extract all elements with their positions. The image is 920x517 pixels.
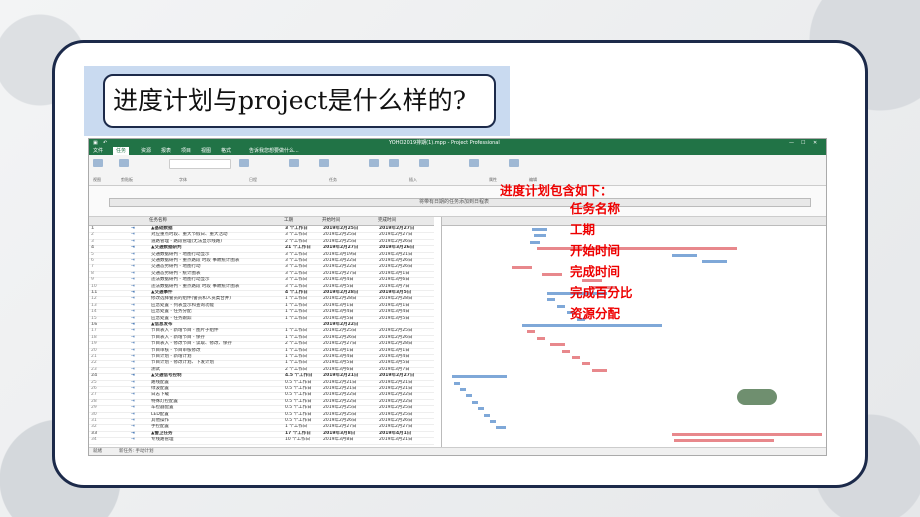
gantt-bar[interactable] xyxy=(484,413,490,417)
gantt-bar[interactable] xyxy=(592,368,607,372)
gantt-bar[interactable] xyxy=(460,388,466,391)
tab-report[interactable]: 报表 xyxy=(161,147,171,155)
info-button[interactable] xyxy=(469,159,479,167)
gantt-bar[interactable] xyxy=(702,260,727,263)
status-schedule-mode[interactable]: 新任务: 手动计划 xyxy=(119,448,153,455)
task-mode-icon: ⇥ xyxy=(131,437,135,443)
gantt-bar[interactable] xyxy=(672,253,697,257)
row-finish: 2019年3月21日 xyxy=(379,437,413,443)
zoom-bubble[interactable] xyxy=(737,389,777,405)
tab-task[interactable]: 任务 xyxy=(113,147,130,155)
gantt-timescale xyxy=(442,217,826,226)
row-number: 34 xyxy=(91,437,97,443)
header-start[interactable]: 开始时间 xyxy=(322,217,378,226)
milestone-button[interactable] xyxy=(419,159,429,167)
ribbon: 视图 剪贴板 字体 日程 任务 插入 属性 编辑 xyxy=(89,155,826,186)
gantt-bar[interactable] xyxy=(672,432,822,436)
gantt-bar[interactable] xyxy=(490,420,496,423)
paste-button[interactable] xyxy=(119,159,129,167)
gantt-bar[interactable] xyxy=(472,400,478,404)
gantt-bar[interactable] xyxy=(496,426,506,430)
gantt-bar[interactable] xyxy=(542,272,562,276)
task-table: 任务名称 工期 开始时间 完成时间 1 ▲基础数据 3 个工作日 2019年2月25日… xyxy=(89,217,434,447)
gantt-bar[interactable] xyxy=(532,228,547,231)
summary-button[interactable] xyxy=(389,159,399,167)
header-finish[interactable]: 完成时间 xyxy=(378,217,434,226)
status-ready: 就绪 xyxy=(93,449,102,454)
gantt-bar[interactable] xyxy=(527,330,535,334)
gantt-bar[interactable] xyxy=(547,298,555,302)
tab-resource[interactable]: 资源 xyxy=(141,147,151,155)
gantt-bar[interactable] xyxy=(572,356,580,359)
row-task-name: 专线路管理 xyxy=(151,437,174,443)
group-label-task: 任务 xyxy=(329,177,337,182)
window-title: YOHO2019排期(1).mpp - Project Professional xyxy=(389,140,500,146)
task-button[interactable] xyxy=(369,159,379,167)
gantt-bar[interactable] xyxy=(522,324,662,327)
timeline-hint: 将带有日期的任务添加到日程表 xyxy=(419,199,490,205)
group-label-font: 字体 xyxy=(179,177,187,182)
gantt-bar[interactable] xyxy=(534,234,546,238)
gantt-bar[interactable] xyxy=(452,375,507,379)
timeline[interactable]: 将带有日期的任务添加到日程表 xyxy=(89,186,826,217)
tab-file[interactable]: 文件 xyxy=(93,147,103,155)
close-button[interactable]: ✕ xyxy=(813,139,817,147)
gantt-bar[interactable] xyxy=(562,349,570,353)
gantt-bar[interactable] xyxy=(454,381,460,385)
annotation-item-resources: 资源分配 xyxy=(570,306,621,321)
gantt-bar[interactable] xyxy=(466,394,472,398)
table-row[interactable]: 34 专线路管理 10 个工作日 2019年3月8日 2019年3月21日 ⇥ xyxy=(89,437,434,445)
slide-title: 进度计划与project是什么样的? xyxy=(103,74,496,128)
font-select[interactable] xyxy=(169,159,231,169)
tab-view[interactable]: 视图 xyxy=(201,147,211,155)
scroll-to-task-button[interactable] xyxy=(509,159,519,167)
gantt-bar[interactable] xyxy=(537,336,545,340)
tab-format[interactable]: 格式 xyxy=(221,147,231,155)
group-label-clipboard: 剪贴板 xyxy=(121,177,133,182)
annotation-heading: 进度计划包含如下： xyxy=(500,183,613,198)
maximize-button[interactable]: ☐ xyxy=(801,139,805,147)
gantt-view-button[interactable] xyxy=(93,159,103,167)
header-task-name[interactable]: 任务名称 xyxy=(149,217,284,226)
group-label-properties: 属性 xyxy=(489,177,497,182)
project-screenshot: ▣ ↶ YOHO2019排期(1).mpp - Project Professi… xyxy=(88,138,827,456)
manual-schedule-button[interactable] xyxy=(289,159,299,167)
gantt-bar[interactable] xyxy=(557,304,565,308)
auto-schedule-button[interactable] xyxy=(319,159,329,167)
gantt-bar[interactable] xyxy=(674,439,774,443)
row-start: 2019年3月8日 xyxy=(323,437,354,443)
gantt-bar[interactable] xyxy=(478,407,484,411)
gantt-bar[interactable] xyxy=(512,266,532,270)
group-label-schedule: 日程 xyxy=(249,177,257,182)
gantt-chart xyxy=(441,217,826,447)
tab-project[interactable]: 项目 xyxy=(181,147,191,155)
undo-icon[interactable]: ↶ xyxy=(103,139,107,147)
gantt-bar[interactable] xyxy=(550,343,565,347)
annotation-item-start: 开始时间 xyxy=(570,243,621,258)
group-label-view: 视图 xyxy=(93,177,101,182)
annotation-item-duration: 工期 xyxy=(570,222,596,237)
search-input[interactable]: 告诉我您想要做什么... xyxy=(249,147,299,155)
gantt-bar[interactable] xyxy=(530,240,540,244)
gantt-bar[interactable] xyxy=(582,362,590,366)
group-label-insert: 插入 xyxy=(409,177,417,182)
annotation-item-finish: 完成时间 xyxy=(570,264,621,279)
header-indicators xyxy=(89,217,149,226)
annotation-item-task-name: 任务名称 xyxy=(570,201,621,216)
row-duration: 10 个工作日 xyxy=(285,437,311,443)
gantt-bar[interactable] xyxy=(537,247,737,251)
schedule-button[interactable] xyxy=(239,159,249,167)
status-bar: 就绪 新任务: 手动计划 xyxy=(89,447,826,455)
header-duration[interactable]: 工期 xyxy=(284,217,322,226)
minimize-button[interactable]: — xyxy=(789,139,794,147)
save-icon[interactable]: ▣ xyxy=(93,139,98,147)
ribbon-tabs xyxy=(89,147,826,155)
window-titlebar: ▣ ↶ YOHO2019排期(1).mpp - Project Professi… xyxy=(89,139,826,147)
annotation-item-percent: 完成百分比 xyxy=(570,285,633,300)
